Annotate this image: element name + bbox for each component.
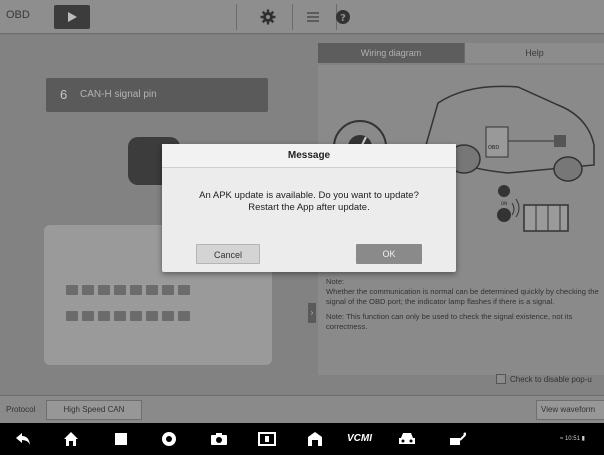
pin-slot <box>178 311 190 321</box>
help-icon: ? <box>336 10 350 24</box>
home-icon <box>64 432 78 446</box>
toolbar-divider <box>236 4 237 30</box>
protocol-bar: Protocol High Speed CAN View waveform <box>0 395 604 423</box>
back-button[interactable] <box>14 430 32 448</box>
pin-slot <box>114 285 126 295</box>
recent-apps-icon <box>115 433 127 445</box>
protocol-value[interactable]: High Speed CAN <box>46 400 142 420</box>
back-icon <box>16 433 30 445</box>
screen-record-button[interactable] <box>258 430 276 448</box>
screen-record-icon <box>258 432 276 446</box>
list-icon <box>307 12 319 22</box>
vci-connection-button[interactable] <box>448 430 466 448</box>
view-waveform-button[interactable]: View waveform <box>536 400 604 420</box>
play-button[interactable] <box>54 5 90 29</box>
pin-slot <box>162 285 174 295</box>
camera-icon <box>211 433 227 445</box>
dialog-message-line-2: Restart the App after update. <box>248 202 370 213</box>
settings-button[interactable] <box>245 6 291 28</box>
disable-popup-row[interactable]: Check to disable pop-u <box>496 374 592 384</box>
svg-text:?: ? <box>340 13 346 24</box>
cancel-button[interactable]: Cancel <box>196 244 260 264</box>
system-nav-bar: VCMI ≈ 10:51 ▮ <box>0 423 604 455</box>
pin-slot <box>82 285 94 295</box>
pin-slot <box>146 311 158 321</box>
browser-icon <box>162 432 176 446</box>
pin-slot <box>146 285 158 295</box>
repair-shop-button[interactable] <box>306 430 324 448</box>
garage-icon <box>308 432 322 446</box>
pin-info-box: 6 CAN-H signal pin <box>46 78 268 112</box>
protocol-label: Protocol <box>6 405 36 414</box>
ok-button[interactable]: OK <box>356 244 422 264</box>
pin-slot <box>114 311 126 321</box>
vcmi-label[interactable]: VCMI <box>347 433 372 444</box>
recent-apps-button[interactable] <box>112 430 130 448</box>
camera-button[interactable] <box>210 430 228 448</box>
dialog-title: Message <box>162 144 456 168</box>
svg-text:ON: ON <box>501 201 507 206</box>
note-text: Note: Whether the communication is normal… <box>326 277 600 337</box>
pin-number: 6 <box>60 87 68 102</box>
gear-icon <box>260 9 276 25</box>
disable-popup-checkbox[interactable] <box>496 374 506 384</box>
note-line-1: Whether the communication is normal can … <box>326 287 599 306</box>
right-tabs: Wiring diagram Help <box>318 43 604 63</box>
status-bar-text: ≈ 10:51 ▮ <box>560 436 585 442</box>
car-icon <box>399 433 415 444</box>
tab-help[interactable]: Help <box>464 43 604 63</box>
pin-slot <box>130 311 142 321</box>
dialog-message-line-1: An APK update is available. Do you want … <box>199 190 419 201</box>
pin-slot <box>130 285 142 295</box>
disable-popup-label: Check to disable pop-u <box>510 374 592 384</box>
note-heading: Note: <box>326 277 345 286</box>
vehicle-button[interactable] <box>398 430 416 448</box>
pin-slot <box>66 285 78 295</box>
pin-slot <box>178 285 190 295</box>
pin-label: CAN-H signal pin <box>80 89 157 100</box>
home-button[interactable] <box>62 430 80 448</box>
top-toolbar: OBD ? <box>0 0 604 34</box>
pin-row-bottom <box>66 311 190 321</box>
pin-slot <box>162 311 174 321</box>
pin-slot <box>98 311 110 321</box>
update-dialog: Message An APK update is available. Do y… <box>162 144 456 272</box>
play-icon <box>68 12 77 22</box>
browser-button[interactable] <box>160 430 178 448</box>
dialog-message: An APK update is available. Do you want … <box>162 190 456 214</box>
svg-text:OBD: OBD <box>488 145 499 151</box>
note-line-2: Note: This function can only be used to … <box>326 312 573 331</box>
help-button[interactable]: ? <box>320 6 366 28</box>
pin-slot <box>82 311 94 321</box>
tab-wiring-diagram[interactable]: Wiring diagram <box>318 43 464 63</box>
pin-slot <box>66 311 78 321</box>
pin-slot <box>98 285 110 295</box>
vci-icon <box>450 432 466 445</box>
app-label: OBD <box>6 9 30 21</box>
collapse-arrow[interactable]: › <box>308 303 316 323</box>
pin-row-top <box>66 285 190 295</box>
